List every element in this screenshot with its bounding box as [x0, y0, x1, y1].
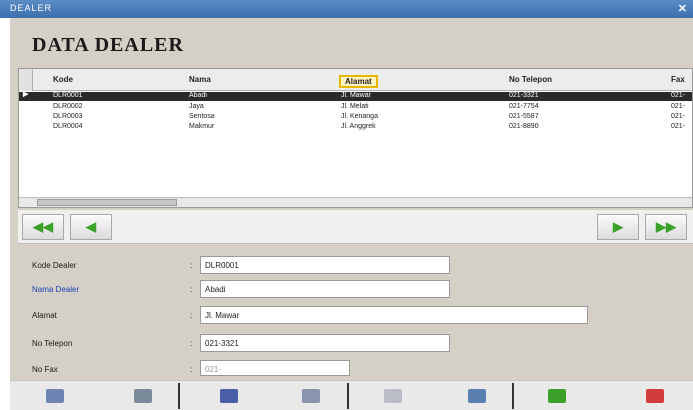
cell-nama[interactable]: Makmur	[189, 123, 214, 130]
column-header-telepon[interactable]: No Telepon	[509, 75, 552, 84]
next-record-button[interactable]: ▶	[597, 214, 639, 240]
grid-corner	[19, 69, 33, 91]
cell-fax[interactable]: 021-	[671, 123, 685, 130]
new-icon[interactable]	[32, 385, 78, 409]
first-record-button[interactable]: ◀◀	[22, 214, 64, 240]
copy-icon[interactable]	[120, 385, 166, 409]
window-titlebar: DEALER ✕	[0, 0, 693, 18]
navigation-bar: ◀◀ ◀ ▶ ▶▶	[18, 210, 693, 244]
cell-fax[interactable]: 021-	[671, 113, 685, 120]
kode-dealer-label: Kode Dealer	[32, 261, 77, 270]
no-fax-field[interactable]: 021-	[200, 360, 350, 376]
grid-horizontal-scrollbar[interactable]	[19, 197, 692, 207]
table-row[interactable]: DLR0002 Jaya Jl. Melati 021-7754 021-	[19, 103, 692, 112]
cell-alamat[interactable]: Jl. Anggrek	[341, 123, 376, 130]
window-title: DEALER	[10, 3, 53, 13]
cell-telepon[interactable]: 021-5587	[509, 113, 539, 120]
table-row[interactable]: ▶ DLR0001 Abadi Jl. Mawar 021-3321 021-	[19, 91, 692, 101]
toolbar-separator	[178, 383, 180, 409]
previous-record-button[interactable]: ◀	[70, 214, 112, 240]
cell-alamat[interactable]: Jl. Kenanga	[341, 113, 378, 120]
nama-dealer-label: Nama Dealer	[32, 285, 80, 294]
cell-fax[interactable]: 021-	[671, 103, 685, 110]
exit-icon[interactable]	[632, 385, 678, 409]
cell-telepon[interactable]: 021-7754	[509, 103, 539, 110]
column-header-fax[interactable]: Fax	[671, 75, 685, 84]
column-header-alamat[interactable]: Alamat	[339, 75, 378, 88]
cell-fax[interactable]: 021-	[671, 92, 685, 99]
toolbar-separator	[347, 383, 349, 409]
cell-kode[interactable]: DLR0003	[53, 113, 83, 120]
nama-dealer-field[interactable]: Abadi	[200, 280, 450, 298]
label-colon: :	[190, 285, 193, 294]
alamat-field[interactable]: Jl. Mawar	[200, 306, 588, 324]
table-row[interactable]: DLR0004 Makmur Jl. Anggrek 021-8890 021-	[19, 123, 692, 132]
print-icon[interactable]	[454, 385, 500, 409]
cell-alamat[interactable]: Jl. Melati	[341, 103, 369, 110]
label-colon: :	[190, 261, 193, 270]
scrollbar-thumb[interactable]	[37, 199, 177, 206]
alamat-label: Alamat	[32, 311, 57, 320]
header-panel: DATA DEALER	[10, 18, 693, 68]
label-colon: :	[190, 311, 193, 320]
last-record-button[interactable]: ▶▶	[645, 214, 687, 240]
cell-kode[interactable]: DLR0001	[53, 92, 83, 99]
grid-header: Kode Nama Alamat No Telepon Fax	[19, 69, 692, 91]
dealer-form: Kode Dealer : DLR0001 Nama Dealer : Abad…	[18, 245, 693, 380]
dealer-grid[interactable]: Kode Nama Alamat No Telepon Fax ▶ DLR000…	[18, 68, 693, 208]
undo-icon[interactable]	[370, 385, 416, 409]
no-telepon-field[interactable]: 021-3321	[200, 334, 450, 352]
cell-nama[interactable]: Jaya	[189, 103, 204, 110]
save-icon[interactable]	[288, 385, 334, 409]
cell-kode[interactable]: DLR0004	[53, 123, 83, 130]
column-header-nama[interactable]: Nama	[189, 75, 211, 84]
edit-icon[interactable]	[206, 385, 252, 409]
cell-nama[interactable]: Abadi	[189, 92, 207, 99]
cell-nama[interactable]: Sentosa	[189, 113, 215, 120]
cell-kode[interactable]: DLR0002	[53, 103, 83, 110]
no-fax-label: No Fax	[32, 365, 58, 374]
refresh-icon[interactable]	[534, 385, 580, 409]
toolbar-separator	[512, 383, 514, 409]
no-telepon-label: No Telepon	[32, 339, 73, 348]
column-header-kode[interactable]: Kode	[53, 75, 73, 84]
cell-alamat[interactable]: Jl. Mawar	[341, 92, 371, 99]
cell-telepon[interactable]: 021-8890	[509, 123, 539, 130]
kode-dealer-field[interactable]: DLR0001	[200, 256, 450, 274]
action-toolbar	[10, 380, 693, 410]
table-row[interactable]: DLR0003 Sentosa Jl. Kenanga 021-5587 021…	[19, 113, 692, 122]
cell-telepon[interactable]: 021-3321	[509, 92, 539, 99]
label-colon: :	[190, 365, 193, 374]
page-title: DATA DEALER	[32, 34, 184, 56]
current-row-marker: ▶	[23, 91, 29, 98]
label-colon: :	[190, 339, 193, 348]
close-icon[interactable]: ✕	[678, 2, 687, 15]
